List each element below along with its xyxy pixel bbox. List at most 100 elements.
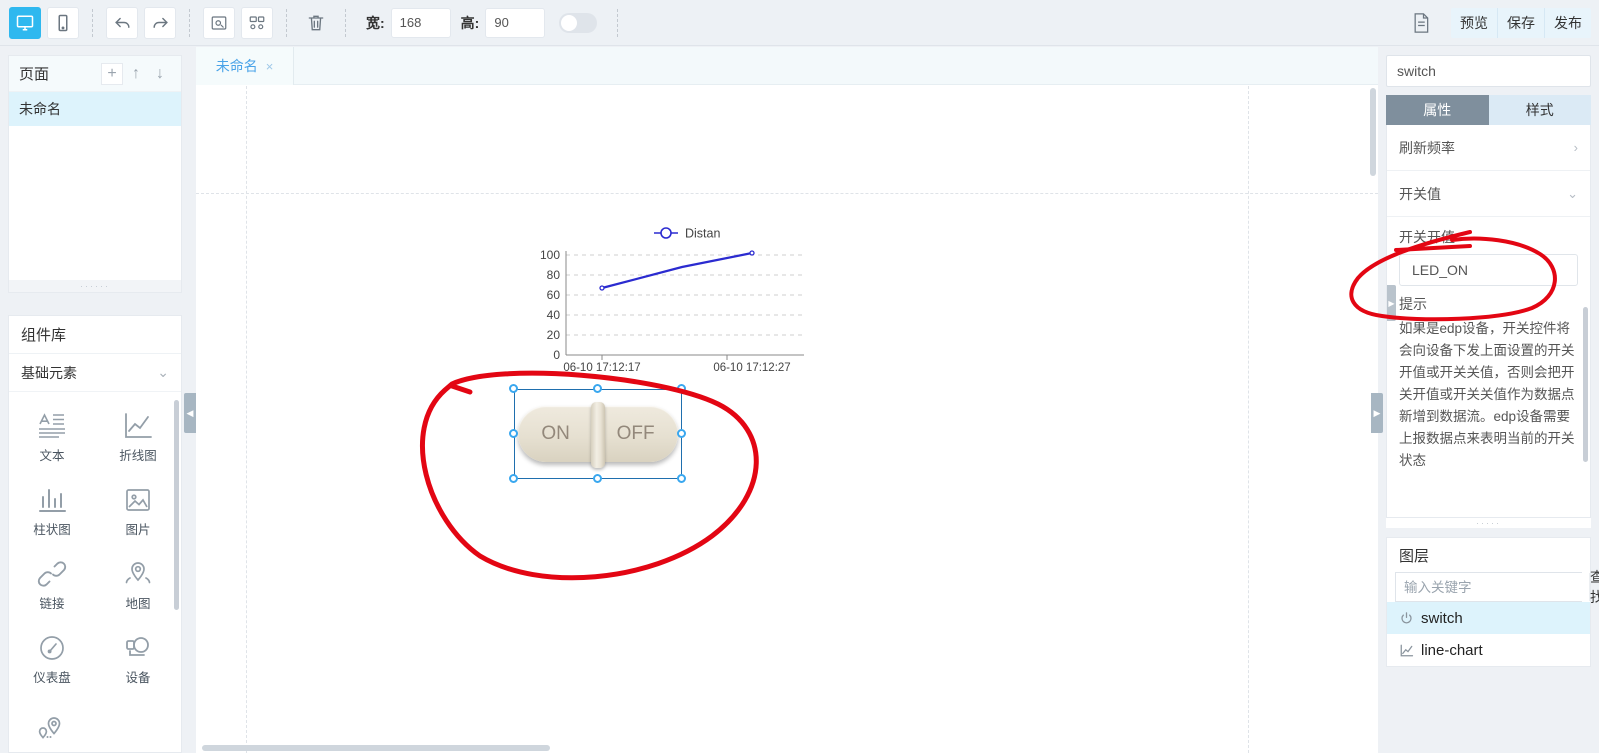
resize-handle-nw[interactable] <box>509 384 518 393</box>
height-input[interactable] <box>485 7 546 38</box>
chart-legend: Distan <box>654 227 720 241</box>
property-label: 开关值 <box>1399 185 1441 202</box>
svg-text:100: 100 <box>540 248 560 262</box>
move-page-up-icon[interactable]: ↑ <box>125 63 147 85</box>
layer-item-switch[interactable]: switch <box>1387 602 1590 634</box>
resize-handle-sw[interactable] <box>509 474 518 483</box>
switch-knob[interactable] <box>591 402 605 468</box>
resize-handle-se[interactable] <box>677 474 686 483</box>
library-item-label: 设备 <box>125 670 151 685</box>
toolbar-divider <box>189 8 190 37</box>
svg-text:06-10 17:12:17: 06-10 17:12:17 <box>563 362 640 374</box>
library-item-label: 折线图 <box>119 448 157 463</box>
line-chart-widget[interactable]: Distan 100 80 60 40 20 0 06-10 17:12:17 … <box>502 223 814 383</box>
collapse-right-panel-handle[interactable]: ▶ <box>1371 393 1383 433</box>
design-canvas[interactable]: Distan 100 80 60 40 20 0 06-10 17:12:17 … <box>196 86 1378 753</box>
library-item-image[interactable]: 图片 <box>95 474 181 548</box>
library-item-label: 文本 <box>39 448 65 463</box>
switch-widget[interactable]: ON OFF <box>509 384 686 483</box>
library-item-label: 地图 <box>125 596 151 611</box>
tab-untitled[interactable]: 未命名 × <box>196 47 294 85</box>
group-button[interactable] <box>203 6 235 39</box>
collapse-left-panel-handle[interactable]: ◀ <box>184 393 196 433</box>
library-section-basic[interactable]: 基础元素 ⌄ <box>9 354 181 392</box>
page-list-item[interactable]: 未命名 <box>9 92 181 126</box>
properties-resize-grip[interactable]: ····· <box>1386 518 1591 528</box>
move-page-down-icon[interactable]: ↓ <box>149 63 171 85</box>
delete-button[interactable] <box>300 7 332 39</box>
layers-panel: 图层 查找 switch line-chart <box>1386 537 1599 667</box>
property-label: 刷新频率 <box>1399 139 1455 156</box>
undo-button[interactable] <box>106 6 138 39</box>
resize-handle-ne[interactable] <box>677 384 686 393</box>
library-item-label: 仪表盘 <box>33 670 71 685</box>
resize-handle-n[interactable] <box>593 384 602 393</box>
guide-line-left <box>246 86 247 753</box>
svg-text:06-10 17:12:27: 06-10 17:12:27 <box>713 362 790 374</box>
canvas-vertical-scrollbar[interactable] <box>1370 88 1376 176</box>
switch-on-value-input[interactable] <box>1399 254 1578 286</box>
tab-properties[interactable]: 属性 <box>1386 95 1489 125</box>
library-item-multi-pin[interactable] <box>9 696 95 752</box>
close-icon[interactable]: × <box>266 59 274 74</box>
chevron-down-icon: ⌄ <box>1567 185 1578 201</box>
desktop-mode-button[interactable] <box>9 6 41 39</box>
svg-text:0: 0 <box>553 348 560 362</box>
mobile-mode-button[interactable] <box>47 6 79 39</box>
properties-scrollbar[interactable] <box>1583 307 1588 462</box>
height-label: 高: <box>460 14 480 31</box>
library-item-line-chart[interactable]: 折线图 <box>95 400 181 474</box>
layer-item-line-chart[interactable]: line-chart <box>1387 634 1590 666</box>
center-area: 未命名 × Distan 100 80 60 40 20 0 06-10 17:… <box>196 47 1378 753</box>
switch-toggle[interactable]: ON OFF <box>518 402 678 468</box>
width-input[interactable] <box>390 7 451 38</box>
svg-text:40: 40 <box>547 308 561 322</box>
layers-search-input[interactable] <box>1396 573 1589 601</box>
app-root: 宽: 高: 预览 保存 发布 页面 + ↑ <box>0 0 1599 753</box>
property-row-refresh-rate[interactable]: 刷新频率 › <box>1387 125 1590 171</box>
add-page-icon[interactable]: + <box>101 62 123 85</box>
resize-handle-s[interactable] <box>593 474 602 483</box>
component-library-panel: 组件库 基础元素 ⌄ 文本 折线图 柱状图 图片 链接 地图 仪表盘 设备 <box>8 315 182 753</box>
library-item-text[interactable]: 文本 <box>9 400 95 474</box>
library-item-gauge[interactable]: 仪表盘 <box>9 622 95 696</box>
publish-actions: 预览 保存 发布 <box>1451 8 1591 38</box>
library-item-map[interactable]: 地图 <box>95 548 181 622</box>
library-item-bar-chart[interactable]: 柱状图 <box>9 474 95 548</box>
library-item-label: 图片 <box>125 522 151 537</box>
left-sidebar: 页面 + ↑ ↓ 未命名 ······ 组件库 基础元素 ⌄ 文本 折线图 柱状… <box>0 47 190 753</box>
power-icon <box>1401 611 1412 623</box>
delete-group <box>291 0 341 46</box>
layers-search-button[interactable]: 查找 <box>1589 569 1599 605</box>
resize-handle-w[interactable] <box>509 429 518 438</box>
layers-title: 图层 <box>1399 547 1430 565</box>
properties-collapse-handle[interactable]: ▶ <box>1387 285 1396 321</box>
page-tab-bar: 未命名 × <box>196 47 1378 85</box>
tab-styles[interactable]: 样式 <box>1488 95 1591 125</box>
pages-header: 页面 + ↑ ↓ <box>9 56 181 92</box>
resize-handle-e[interactable] <box>677 429 686 438</box>
pages-panel: 页面 + ↑ ↓ 未命名 ······ <box>8 55 182 293</box>
pages-title: 页面 <box>19 66 50 83</box>
pages-resize-grip[interactable]: ······ <box>9 280 181 292</box>
property-tabs: 属性 样式 <box>1386 95 1591 125</box>
publish-button[interactable]: 发布 <box>1545 8 1591 38</box>
tab-label: 未命名 <box>215 58 258 74</box>
document-button[interactable] <box>1405 7 1437 39</box>
library-item-device[interactable]: 设备 <box>95 622 181 696</box>
widget-name-input[interactable] <box>1386 55 1591 87</box>
library-item-link[interactable]: 链接 <box>9 548 95 622</box>
ungroup-button[interactable] <box>241 6 273 39</box>
lock-ratio-toggle[interactable] <box>559 12 598 33</box>
toolbar-divider <box>345 8 346 37</box>
redo-button[interactable] <box>144 6 176 39</box>
preview-button[interactable]: 预览 <box>1451 8 1498 38</box>
switch-on-label: ON <box>541 423 570 444</box>
tip-text: 如果是edp设备，开关控件将会向设备下发上面设置的开关开值或开关关值，否则会把开… <box>1399 321 1575 468</box>
switch-off-label: OFF <box>616 423 655 444</box>
canvas-horizontal-scrollbar[interactable] <box>202 745 550 751</box>
library-scrollbar[interactable] <box>174 400 179 610</box>
save-button[interactable]: 保存 <box>1498 8 1545 38</box>
svg-text:Distan: Distan <box>685 227 720 241</box>
property-row-switch-value[interactable]: 开关值 ⌄ <box>1387 171 1590 217</box>
